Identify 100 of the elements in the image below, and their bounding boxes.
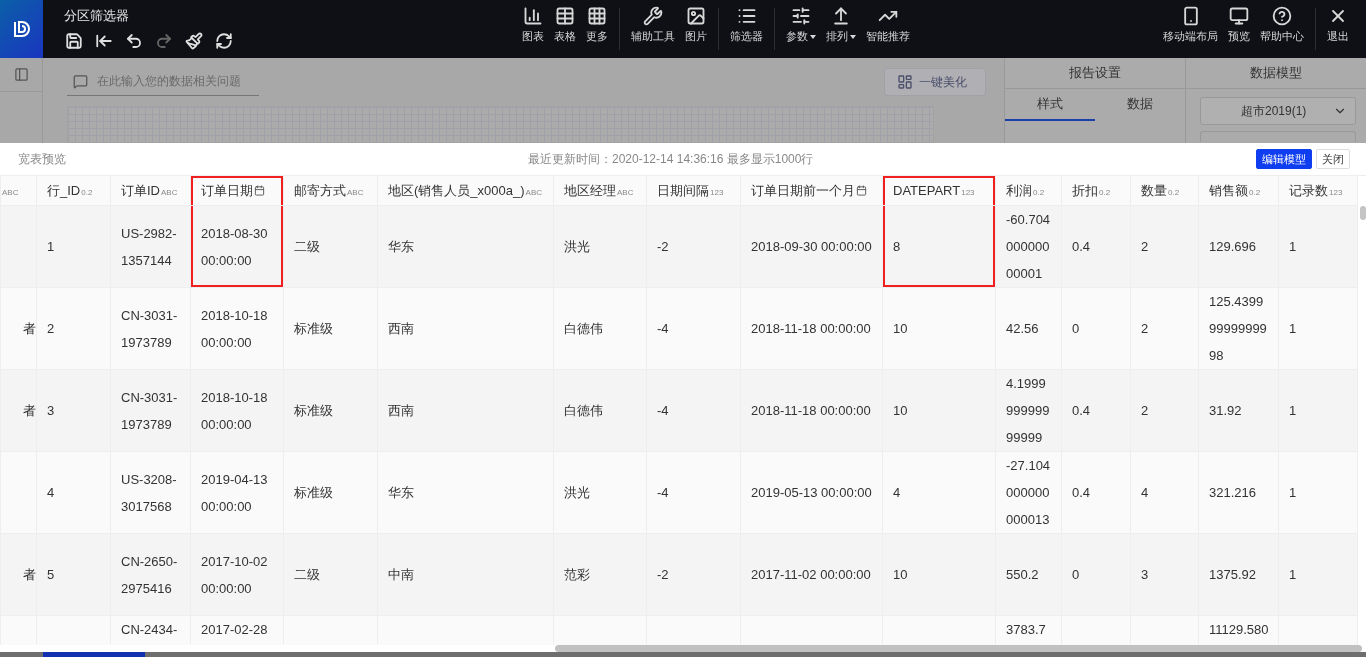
table-cell: 1 (36, 205, 111, 288)
report-title: 分区筛选器 (64, 7, 130, 25)
column-header[interactable]: 销售额0.2 (1198, 176, 1279, 206)
table-cell: 1 (1278, 369, 1358, 452)
undo-button[interactable] (124, 31, 144, 51)
table-cell: 白德伟 (553, 287, 647, 370)
toolbar-button[interactable]: 筛选器 (725, 0, 768, 50)
panel-title: 报告设置 (1069, 64, 1121, 82)
table-cell: 标准级 (283, 287, 378, 370)
scrollbar[interactable] (1360, 206, 1366, 220)
table-cell: US-3208-3017568 (110, 451, 191, 534)
arrange-icon (831, 6, 851, 26)
table-cell: 1 (1278, 533, 1358, 616)
table-cell: CN-2650-2975416 (110, 533, 191, 616)
table-cell: 42.56 (995, 287, 1062, 370)
toolbar-button[interactable]: 图表 (517, 0, 549, 50)
table-icon (555, 6, 575, 26)
column-header[interactable]: 地区(销售人员_x000a_)ABC (377, 176, 554, 206)
column-header[interactable]: 订单日期前一个月 (740, 176, 883, 206)
table-cell: 2019-05-13 00:00:00 (740, 451, 883, 534)
edit-model-button[interactable]: 编辑模型 (1256, 149, 1312, 169)
column-header[interactable]: 邮寄方式ABC (283, 176, 378, 206)
bar-chart-icon (523, 6, 543, 26)
grid-icon (587, 6, 607, 26)
table-cell: 白德伟 (553, 369, 647, 452)
table-cell: 标准级 (283, 369, 378, 452)
date-type-icon (254, 184, 265, 196)
table-cell: 2018-11-18 00:00:00 (740, 369, 883, 452)
table-cell: CN-2434- (110, 615, 191, 645)
table-cell: 0 (1061, 287, 1131, 370)
table-cell: 二级 (283, 533, 378, 616)
help-icon (1272, 6, 1292, 26)
table-cell: 2017-10-02 00:00:00 (190, 533, 284, 616)
brush-button[interactable] (184, 31, 204, 51)
toolbar-button[interactable]: 更多 (581, 0, 613, 50)
table-cell: CN-3031-1973789 (110, 287, 191, 370)
search-field[interactable] (1200, 131, 1356, 142)
toolbar-button[interactable]: 预览 (1223, 0, 1255, 50)
toolbar-button[interactable]: 排列 (821, 0, 861, 50)
table-cell: 范彩 (553, 533, 647, 616)
table-cell: 洪光 (553, 451, 647, 534)
beautify-button[interactable]: 一键美化 (884, 68, 986, 96)
table-cell: 11129.580 (1198, 615, 1279, 645)
scrollbar[interactable] (555, 645, 1362, 652)
column-header[interactable]: 日期间隔 123 (646, 176, 741, 206)
table-cell: 4 (36, 451, 111, 534)
toolbar-button[interactable]: 移动端布局 (1158, 0, 1223, 50)
close-button[interactable]: 关闭 (1316, 149, 1350, 169)
table-cell: 321.216 (1198, 451, 1279, 534)
column-header[interactable]: 利润 0.2 (995, 176, 1062, 206)
dataset-select[interactable]: 超市2019(1) (1200, 97, 1356, 125)
table-cell: CN-3031-1973789 (110, 369, 191, 452)
column-header[interactable]: 订单日期 (190, 176, 284, 206)
column-header[interactable]: 记录数123 (1278, 176, 1358, 206)
table-cell: 1 (1278, 287, 1358, 370)
table-cell: 西南 (377, 369, 554, 452)
table-cell: -4 (646, 287, 741, 370)
table-cell: 2018-10-18 00:00:00 (190, 369, 284, 452)
table-cell: 二级 (283, 205, 378, 288)
table-cell: 10 (882, 287, 996, 370)
toolbar-button[interactable]: 表格 (549, 0, 581, 50)
column-header[interactable]: 行_ID0.2 (36, 176, 111, 206)
table-cell: 0 (1061, 533, 1131, 616)
table-cell: 1375.92 (1198, 533, 1279, 616)
toolbar-button[interactable]: 帮助中心 (1255, 0, 1309, 50)
exit-button[interactable]: 退出 (1322, 0, 1354, 50)
table-cell: 0.4 (1061, 369, 1131, 452)
settings-tab[interactable]: 样式 (1005, 89, 1095, 121)
table-cell: 1 (1278, 451, 1358, 534)
table-cell: -2 (646, 205, 741, 288)
table-cell: 2019-04-13 00:00:00 (190, 451, 284, 534)
table-cell: 者 (0, 533, 37, 616)
app-logo[interactable] (0, 0, 43, 58)
settings-tab[interactable]: 数据 (1095, 89, 1185, 121)
table-cell: 31.92 (1198, 369, 1279, 452)
table-cell: 2 (1130, 369, 1199, 452)
table-cell: 10 (882, 533, 996, 616)
table-cell: 洪光 (553, 205, 647, 288)
table-cell: -27.104000000000013 (995, 451, 1062, 534)
table-cell: 2017-11-02 00:00:00 (740, 533, 883, 616)
image-icon (686, 6, 706, 26)
column-header[interactable]: 折扣 0.2 (1061, 176, 1131, 206)
toolbar-button[interactable]: 图片 (680, 0, 712, 50)
panel-title: 数据模型 (1250, 64, 1302, 82)
column-header[interactable]: ABC (0, 176, 37, 206)
save-button[interactable] (64, 31, 84, 51)
toolbar-button[interactable]: 辅助工具 (626, 0, 680, 50)
toolbar-button[interactable]: 智能推荐 (861, 0, 915, 50)
refresh-button[interactable] (214, 31, 234, 51)
panel-toggle-icon[interactable] (13, 67, 29, 82)
table-cell: -4 (646, 451, 741, 534)
toolbar-button[interactable]: 参数 (781, 0, 821, 50)
column-header[interactable]: 订单IDABC (110, 176, 191, 206)
table-cell: 2 (1130, 287, 1199, 370)
dialog-title: 宽表预览 (18, 150, 67, 168)
column-header[interactable]: DATEPART 123 (882, 176, 996, 206)
column-header[interactable]: 数量0.2 (1130, 176, 1199, 206)
column-header[interactable]: 地区经理ABC (553, 176, 647, 206)
table-cell: -60.70400000000001 (995, 205, 1062, 288)
table-cell: 2018-09-30 00:00:00 (740, 205, 883, 288)
